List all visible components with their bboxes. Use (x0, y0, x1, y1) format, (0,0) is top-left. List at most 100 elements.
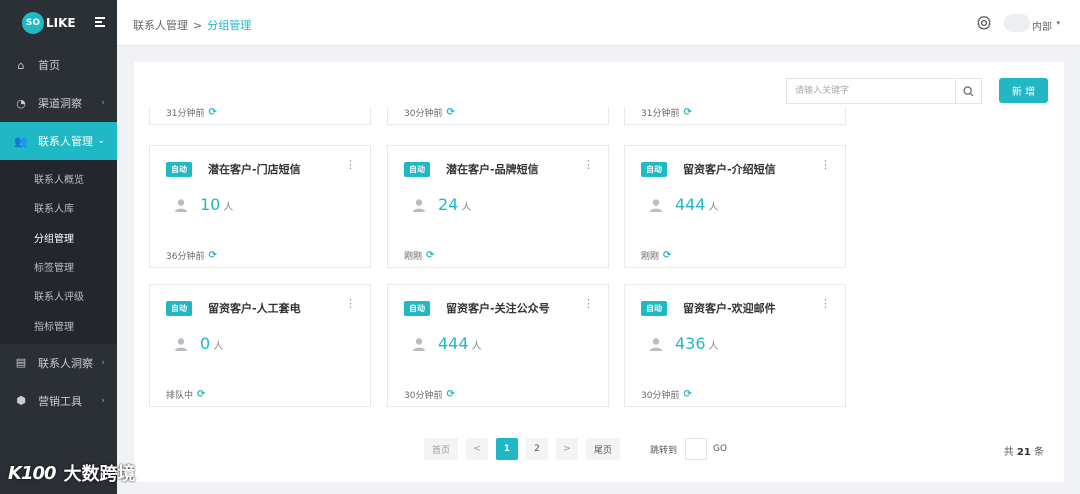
page-button-2[interactable]: 2 (526, 438, 548, 460)
card-update-time: 排队中 ⟳ (166, 389, 206, 401)
group-card[interactable]: 自动 留资客户-欢迎邮件 ⋮ 436 人 30分钟前 ⟳ (624, 284, 846, 407)
group-card[interactable]: 30分钟前 ⟳ (387, 107, 609, 125)
auto-tag: 自动 (166, 162, 192, 177)
refresh-icon[interactable]: ⟳ (197, 389, 205, 400)
sidebar-item-marketing-tools[interactable]: ⬢ 营销工具 › (0, 382, 117, 420)
logo-text: LIKE (46, 16, 76, 30)
person-icon (650, 199, 662, 212)
menu-toggle-icon[interactable] (95, 17, 105, 29)
member-count: 0人 (200, 334, 224, 353)
avatar[interactable] (1004, 14, 1030, 32)
sidebar-item-label: 联系人管理 (38, 135, 93, 148)
person-icon (413, 199, 425, 212)
last-page-button[interactable]: 尾页 (586, 438, 620, 460)
refresh-icon[interactable]: ⟳ (208, 250, 216, 261)
card-title: 潜在客户-门店短信 (208, 163, 301, 176)
person-icon (413, 338, 425, 351)
more-options-icon[interactable]: ⋮ (345, 298, 356, 309)
main-panel: 新 增 31分钟前⟳ 30分钟前⟳ 31分钟前⟳ 自动 潜在客户-门店短信 ⋮ … (134, 62, 1064, 482)
member-count: 24 人 (438, 195, 472, 214)
group-card[interactable]: 31分钟前 ⟳ (624, 107, 846, 125)
more-options-icon[interactable]: ⋮ (583, 159, 594, 170)
gear-icon[interactable] (976, 15, 992, 31)
sidebar-item-contact-insight[interactable]: ▤ 联系人洞察 › (0, 344, 117, 382)
auto-tag: 自动 (404, 162, 430, 177)
more-options-icon[interactable]: ⋮ (820, 159, 831, 170)
chevron-right-icon: › (101, 395, 105, 406)
person-icon (175, 338, 187, 351)
group-card[interactable]: 自动 潜在客户-品牌短信 ⋮ 24 人 刚刚 ⟳ (387, 145, 609, 268)
watermark: K100 大数跨境 (8, 460, 136, 486)
watermark-text: 大数跨境 (63, 464, 136, 485)
breadcrumb: 联系人管理 > 分组管理 (133, 17, 251, 33)
logo-circle: SO (22, 12, 44, 34)
member-count: 10 人 (200, 195, 234, 214)
first-page-button[interactable]: 首页 (424, 438, 458, 460)
more-options-icon[interactable]: ⋮ (820, 298, 831, 309)
sidebar-subitem-contact-overview[interactable]: 联系人概览 (0, 164, 117, 193)
group-card[interactable]: 自动 留资客户-介绍短信 ⋮ 444 人 刚刚 ⟳ (624, 145, 846, 268)
sidebar-subitem-metric-management[interactable]: 指标管理 (0, 310, 117, 339)
id-card-icon: ▤ (15, 356, 27, 370)
card-update-time: 31分钟前 ⟳ (166, 107, 217, 119)
card-title: 留资客户-人工套电 (208, 302, 301, 315)
group-card[interactable]: 31分钟前 ⟳ (149, 107, 371, 125)
jump-to-label: 跳转到 (650, 445, 678, 456)
go-button[interactable]: GO (713, 444, 727, 454)
chevron-down-icon: ⌄ (97, 136, 105, 146)
breadcrumb-parent[interactable]: 联系人管理 (133, 19, 188, 32)
card-update-time: 30分钟前 ⟳ (404, 107, 455, 119)
refresh-icon[interactable]: ⟳ (446, 389, 454, 400)
sidebar: SO LIKE ⌂ 首页 ◔ 渠道洞察 › 👥 联系人管理 ⌄ 联系人概览 联系… (0, 0, 117, 494)
group-card[interactable]: 自动 潜在客户-门店短信 ⋮ 10 人 36分钟前 ⟳ (149, 145, 371, 268)
page-button-1[interactable]: 1 (496, 438, 518, 460)
watermark-logo: K100 (8, 462, 57, 484)
card-update-time: 30分钟前 ⟳ (641, 389, 692, 401)
breadcrumb-current: 分组管理 (207, 19, 252, 32)
group-card[interactable]: 自动 留资客户-人工套电 ⋮ 0人 排队中 ⟳ (149, 284, 371, 407)
member-count: 436 人 (675, 334, 719, 353)
jump-page-input[interactable] (685, 438, 708, 460)
refresh-icon[interactable]: ⟳ (683, 107, 691, 118)
new-group-button[interactable]: 新 增 (999, 78, 1048, 103)
sidebar-subitem-contact-rating[interactable]: 联系人评级 (0, 281, 117, 310)
more-options-icon[interactable]: ⋮ (583, 298, 594, 309)
refresh-icon[interactable]: ⟳ (446, 107, 454, 118)
member-count: 444 人 (675, 195, 719, 214)
search-input[interactable] (787, 79, 955, 103)
more-options-icon[interactable]: ⋮ (345, 159, 356, 170)
sidebar-subitem-contact-library[interactable]: 联系人库 (0, 193, 117, 222)
top-header: 联系人管理 > 分组管理 内部 ▾ (117, 0, 1080, 46)
auto-tag: 自动 (641, 162, 667, 177)
sidebar-item-label: 首页 (38, 59, 60, 72)
card-update-time: 31分钟前 ⟳ (641, 107, 692, 119)
sidebar-item-contact-management[interactable]: 👥 联系人管理 ⌄ (0, 122, 117, 160)
pagination: 首页 < 1 2 > 尾页 跳转到 GO (424, 438, 727, 460)
search-button[interactable] (955, 79, 981, 103)
chevron-right-icon: › (101, 98, 105, 108)
sidebar-item-home[interactable]: ⌂ 首页 (0, 46, 117, 84)
sidebar-subitem-tag-management[interactable]: 标签管理 (0, 252, 117, 281)
users-icon: 👥 (14, 134, 28, 148)
chevron-right-icon: › (101, 357, 105, 368)
user-name[interactable]: 内部 (1032, 18, 1052, 33)
refresh-icon[interactable]: ⟳ (426, 250, 434, 261)
search-box (786, 78, 982, 104)
caret-down-icon[interactable]: ▾ (1056, 19, 1060, 27)
card-update-time: 刚刚 ⟳ (641, 250, 672, 262)
refresh-icon[interactable]: ⟳ (683, 389, 691, 400)
sidebar-submenu: 联系人概览 联系人库 分组管理 标签管理 联系人评级 指标管理 (0, 160, 117, 344)
group-card[interactable]: 自动 留资客户-关注公众号 ⋮ 444 人 30分钟前 ⟳ (387, 284, 609, 407)
total-count: 共 21 条 (1003, 447, 1044, 458)
refresh-icon[interactable]: ⟳ (208, 107, 216, 118)
sidebar-subitem-group-management[interactable]: 分组管理 (0, 223, 117, 252)
sidebar-item-label: 营销工具 (38, 394, 82, 408)
refresh-icon[interactable]: ⟳ (663, 250, 671, 261)
next-page-button[interactable]: > (556, 438, 578, 460)
card-update-time: 30分钟前 ⟳ (404, 389, 455, 401)
breadcrumb-separator: > (193, 19, 203, 32)
sidebar-item-channel-insight[interactable]: ◔ 渠道洞察 › (0, 84, 117, 122)
prev-page-button[interactable]: < (466, 438, 488, 460)
group-card-grid: 31分钟前 ⟳ 30分钟前 ⟳ 31分钟前 ⟳ 自动 潜在客户-门店短信 ⋮ 10 人 … (134, 107, 1054, 412)
brand-logo[interactable]: SO LIKE (0, 0, 117, 46)
